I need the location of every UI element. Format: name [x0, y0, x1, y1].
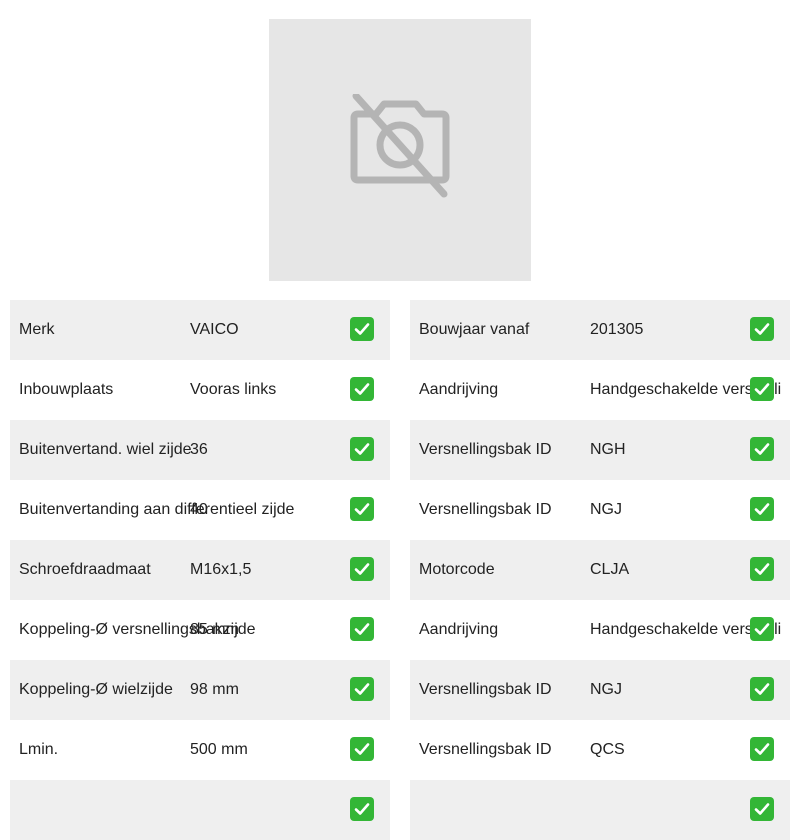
- spec-value: VAICO: [190, 321, 239, 338]
- check-mark-icon: [350, 497, 374, 521]
- spec-row: Koppeling-Ø versnellingsbakzijde 85 mm: [10, 600, 390, 660]
- spec-value: CLJA: [590, 561, 630, 578]
- spec-value: 40: [190, 501, 208, 518]
- spec-value: QCS: [590, 741, 625, 758]
- spec-row: Koppeling-Ø wielzijde 98 mm: [10, 660, 390, 720]
- spec-label: Merk: [19, 321, 55, 338]
- check-mark-icon: [350, 677, 374, 701]
- spec-label: Versnellingsbak ID: [419, 441, 552, 458]
- spec-label: Motorcode: [419, 561, 495, 578]
- spec-row: Aandrijving Handgeschakelde versnelli: [410, 360, 790, 420]
- spec-row: [410, 780, 790, 840]
- spec-value: Vooras links: [190, 381, 277, 398]
- spec-row: Schroefdraadmaat M16x1,5: [10, 540, 390, 600]
- spec-row: Versnellingsbak ID NGJ: [410, 660, 790, 720]
- camera-off-icon: [350, 94, 450, 198]
- check-mark-icon: [350, 797, 374, 821]
- spec-value: NGJ: [590, 501, 622, 518]
- spec-value: 36: [190, 441, 208, 458]
- spec-value: NGH: [590, 441, 626, 458]
- spec-label: Aandrijving: [419, 621, 499, 638]
- spec-label: Aandrijving: [419, 381, 499, 398]
- check-mark-icon: [750, 317, 774, 341]
- check-mark-icon: [350, 617, 374, 641]
- spec-row: Bouwjaar vanaf 201305: [410, 300, 790, 360]
- check-mark-icon: [750, 617, 774, 641]
- spec-row: Merk VAICO: [10, 300, 390, 360]
- spec-label: Versnellingsbak ID: [419, 681, 552, 698]
- spec-row: Buitenvertand. wiel zijde 36: [10, 420, 390, 480]
- spec-row: Aandrijving Handgeschakelde versnelli: [410, 600, 790, 660]
- check-mark-icon: [750, 377, 774, 401]
- spec-row: Motorcode CLJA: [410, 540, 790, 600]
- specs-column-right: Bouwjaar vanaf 201305 Aandrijving Handgesc…: [410, 300, 790, 840]
- product-image-placeholder: [269, 19, 531, 281]
- check-mark-icon: [750, 677, 774, 701]
- spec-label: Versnellingsbak ID: [419, 741, 552, 758]
- spec-label: Buitenvertanding aan differentieel zijde: [19, 501, 295, 518]
- check-mark-icon: [350, 557, 374, 581]
- spec-row: Lmin. 500 mm: [10, 720, 390, 780]
- check-mark-icon: [750, 497, 774, 521]
- spec-value: 500 mm: [190, 741, 248, 758]
- check-mark-icon: [350, 437, 374, 461]
- spec-label: Inbouwplaats: [19, 381, 114, 398]
- spec-label: Buitenvertand. wiel zijde: [19, 441, 192, 458]
- check-mark-icon: [350, 317, 374, 341]
- spec-row: [10, 780, 390, 840]
- spec-row: Versnellingsbak ID NGH: [410, 420, 790, 480]
- spec-label: Bouwjaar vanaf: [419, 321, 530, 338]
- spec-label: Lmin.: [19, 741, 59, 758]
- check-mark-icon: [350, 377, 374, 401]
- spec-label: Versnellingsbak ID: [419, 501, 552, 518]
- spec-value: 201305: [590, 321, 644, 338]
- spec-value: NGJ: [590, 681, 622, 698]
- check-mark-icon: [750, 737, 774, 761]
- spec-label: Koppeling-Ø wielzijde: [19, 681, 173, 698]
- spec-value: 98 mm: [190, 681, 239, 698]
- check-mark-icon: [350, 737, 374, 761]
- specs-column-left: Merk VAICO Inbouwplaats Vooras links Buite…: [10, 300, 390, 840]
- spec-row: Versnellingsbak ID QCS: [410, 720, 790, 780]
- check-mark-icon: [750, 437, 774, 461]
- check-mark-icon: [750, 557, 774, 581]
- spec-row: Inbouwplaats Vooras links: [10, 360, 390, 420]
- spec-row: Buitenvertanding aan differentieel zijde…: [10, 480, 390, 540]
- spec-label: Schroefdraadmaat: [19, 561, 151, 578]
- spec-row: Versnellingsbak ID NGJ: [410, 480, 790, 540]
- check-mark-icon: [750, 797, 774, 821]
- spec-value: 85 mm: [190, 621, 239, 638]
- spec-value: M16x1,5: [190, 561, 252, 578]
